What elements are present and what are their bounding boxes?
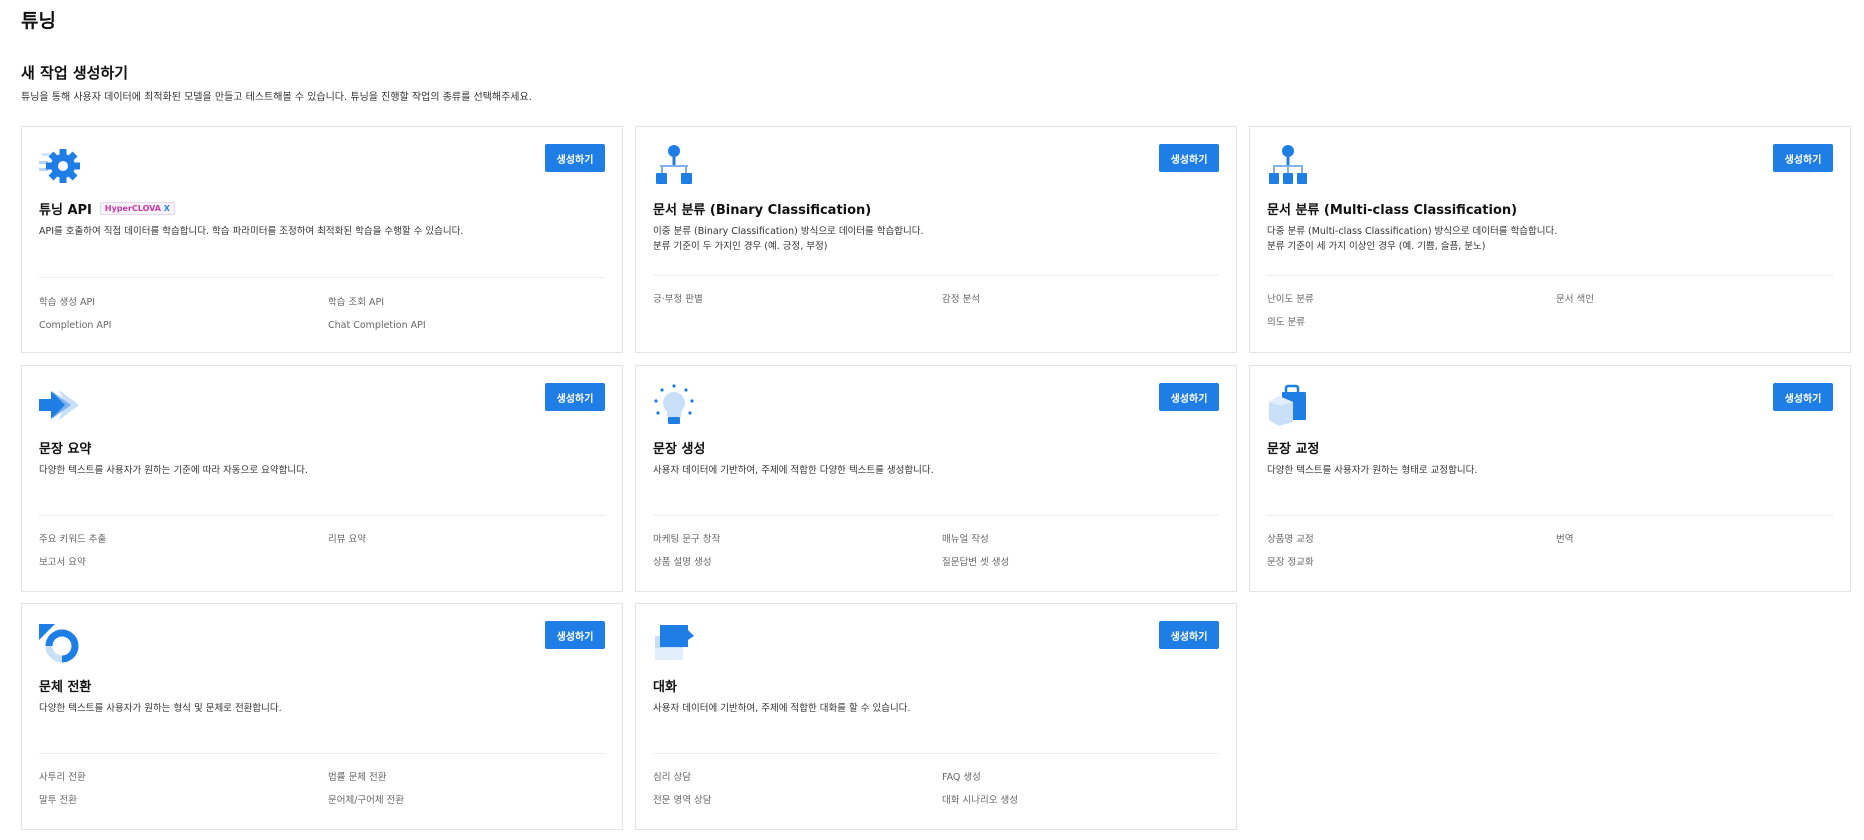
description-line: 분류 기준이 세 가지 이상인 경우 (예. 기쁨, 슬픔, 분노): [1267, 241, 1486, 252]
create-button[interactable]: 생성하기: [545, 621, 605, 649]
feature-item: 문서 색인: [1556, 294, 1594, 305]
description-line: 이중 분류 (Binary Classification) 방식으로 데이터를 …: [653, 226, 924, 237]
feature-item: 사투리 전환: [39, 772, 86, 783]
summary-arrow-icon: [39, 384, 81, 426]
create-button[interactable]: 생성하기: [1773, 383, 1833, 411]
feature-list: 심리 상담 FAQ 생성 전문 영역 상담 대화 시나리오 생성: [653, 771, 1219, 807]
feature-item: FAQ 생성: [942, 772, 981, 783]
divider: [653, 753, 1219, 754]
feature-list: 사투리 전환 법률 문체 전환 말투 전환 문어체/구어체 전환: [39, 771, 605, 807]
feature-item: 문장 정교화: [1267, 557, 1314, 568]
description-line: API를 호출하여 직접 데이터를 학습합니다. 학습 파라미터를 조정하여 최…: [39, 226, 464, 237]
feature-item: 학습 생성 API: [39, 297, 96, 308]
card-conversation: 생성하기 대화 사용자 데이터에 기반하여, 주제에 적합한 대화를 할 수 있…: [635, 603, 1237, 830]
feature-item: 심리 상담: [653, 772, 691, 783]
feature-item: 상품명 교정: [1267, 534, 1314, 545]
chat-bubble-icon: [653, 622, 695, 664]
card-correction: 생성하기 문장 교정 다양한 텍스트를 사용자가 원하는 형태로 교정합니다. …: [1249, 365, 1851, 592]
card-summary: 생성하기 문장 요약 다양한 텍스트를 사용자가 원하는 기준에 따라 자동으로…: [21, 365, 623, 592]
create-button[interactable]: 생성하기: [1159, 621, 1219, 649]
multi-tree-icon: [1267, 145, 1309, 187]
feature-item: 긍·부정 판별: [653, 294, 703, 305]
divider: [39, 515, 605, 516]
card-description: 다양한 텍스트를 사용자가 원하는 형태로 교정합니다.: [1267, 463, 1827, 478]
refresh-icon: [39, 622, 81, 664]
feature-item: 보고서 요약: [39, 557, 86, 568]
card-description: 이중 분류 (Binary Classification) 방식으로 데이터를 …: [653, 224, 1213, 254]
divider: [1267, 275, 1833, 276]
page-title: 튜닝: [21, 10, 56, 32]
description-line: 분류 기준이 두 가지인 경우 (예. 긍정, 부정): [653, 241, 828, 252]
create-button[interactable]: 생성하기: [1159, 144, 1219, 172]
feature-item: 마케팅 문구 창작: [653, 534, 721, 545]
lightbulb-icon: [653, 384, 695, 426]
section-title: 새 작업 생성하기: [21, 64, 129, 82]
feature-list: 상품명 교정 번역 문장 정교화: [1267, 533, 1833, 569]
feature-item: 난이도 분류: [1267, 294, 1314, 305]
divider: [39, 753, 605, 754]
card-description: 사용자 데이터에 기반하여, 주제에 적합한 다양한 텍스트를 생성합니다.: [653, 463, 1213, 478]
badge-label: HyperCLOVA: [104, 204, 161, 213]
card-title: 대화: [653, 680, 677, 695]
card-title: 문장 생성: [653, 442, 706, 457]
card-title: 문서 분류 (Binary Classification): [653, 203, 872, 218]
description-line: 사용자 데이터에 기반하여, 주제에 적합한 다양한 텍스트를 생성합니다.: [653, 465, 934, 476]
feature-item: 말투 전환: [39, 795, 77, 806]
feature-item: Completion API: [39, 320, 112, 331]
card-description: 사용자 데이터에 기반하여, 주제에 적합한 대화를 할 수 있습니다.: [653, 701, 1213, 716]
section-description: 튜닝을 통해 사용자 데이터에 최적화된 모델을 만들고 테스트해볼 수 있습니…: [21, 92, 532, 103]
create-button[interactable]: 생성하기: [1773, 144, 1833, 172]
feature-item: 번역: [1556, 534, 1574, 545]
card-title: 문장 교정: [1267, 442, 1320, 457]
feature-list: 긍·부정 판별 감정 분석: [653, 293, 1219, 306]
card-description: API를 호출하여 직접 데이터를 학습합니다. 학습 파라미터를 조정하여 최…: [39, 224, 599, 239]
description-line: 사용자 데이터에 기반하여, 주제에 적합한 대화를 할 수 있습니다.: [653, 703, 911, 714]
shopping-bag-icon: [1267, 384, 1309, 426]
feature-item: 질문답변 셋 생성: [942, 557, 1010, 568]
badge-suffix: X: [163, 204, 170, 213]
card-title: 문장 요약: [39, 442, 92, 457]
description-line: 다중 분류 (Multi-class Classification) 방식으로 …: [1267, 226, 1558, 237]
feature-list: 마케팅 문구 창작 매뉴얼 작성 상품 설명 생성 질문답변 셋 생성: [653, 533, 1219, 569]
create-button[interactable]: 생성하기: [545, 383, 605, 411]
feature-list: 난이도 분류 문서 색인 의도 분류: [1267, 293, 1833, 329]
description-line: 다양한 텍스트를 사용자가 원하는 기준에 따라 자동으로 요약합니다.: [39, 465, 308, 476]
hyperclova-x-badge: HyperCLOVA X: [99, 202, 175, 215]
feature-list: 학습 생성 API 학습 조회 API Completion API Chat …: [39, 296, 605, 332]
card-generation: 생성하기 문장 생성 사용자 데이터에 기반하여, 주제에 적합한 다양한 텍스…: [635, 365, 1237, 592]
feature-list: 주요 키워드 추출 리뷰 요약 보고서 요약: [39, 533, 605, 569]
card-multiclass-classification: 생성하기 문서 분류 (Multi-class Classification) …: [1249, 126, 1851, 353]
feature-item: 대화 시나리오 생성: [942, 795, 1018, 806]
description-line: 다양한 텍스트를 사용자가 원하는 형태로 교정합니다.: [1267, 465, 1478, 476]
description-line: 다양한 텍스트를 사용자가 원하는 형식 및 문체로 전환합니다.: [39, 703, 282, 714]
card-title: 문체 전환: [39, 680, 92, 695]
feature-item: 법률 문체 전환: [328, 772, 387, 783]
card-title: 튜닝 API: [39, 203, 92, 218]
divider: [1267, 515, 1833, 516]
feature-item: Chat Completion API: [328, 320, 426, 331]
card-title: 문서 분류 (Multi-class Classification): [1267, 203, 1518, 218]
create-button[interactable]: 생성하기: [545, 144, 605, 172]
feature-item: 리뷰 요약: [328, 534, 366, 545]
feature-item: 학습 조회 API: [328, 297, 385, 308]
card-description: 다중 분류 (Multi-class Classification) 방식으로 …: [1267, 224, 1827, 254]
card-style-transfer: 생성하기 문체 전환 다양한 텍스트를 사용자가 원하는 형식 및 문체로 전환…: [21, 603, 623, 830]
feature-item: 의도 분류: [1267, 317, 1305, 328]
card-description: 다양한 텍스트를 사용자가 원하는 기준에 따라 자동으로 요약합니다.: [39, 463, 599, 478]
divider: [653, 275, 1219, 276]
feature-item: 문어체/구어체 전환: [328, 795, 405, 806]
divider: [653, 515, 1219, 516]
card-binary-classification: 생성하기 문서 분류 (Binary Classification) 이중 분류…: [635, 126, 1237, 353]
card-tuning-api: 생성하기 튜닝 API HyperCLOVA X API를 호출하여 직접 데이…: [21, 126, 623, 353]
feature-item: 매뉴얼 작성: [942, 534, 989, 545]
feature-item: 감정 분석: [942, 294, 980, 305]
gear-icon: [39, 145, 81, 187]
divider: [39, 277, 605, 278]
feature-item: 상품 설명 생성: [653, 557, 712, 568]
create-button[interactable]: 생성하기: [1159, 383, 1219, 411]
card-description: 다양한 텍스트를 사용자가 원하는 형식 및 문체로 전환합니다.: [39, 701, 599, 716]
binary-tree-icon: [653, 145, 695, 187]
feature-item: 전문 영역 상담: [653, 795, 712, 806]
feature-item: 주요 키워드 추출: [39, 534, 107, 545]
